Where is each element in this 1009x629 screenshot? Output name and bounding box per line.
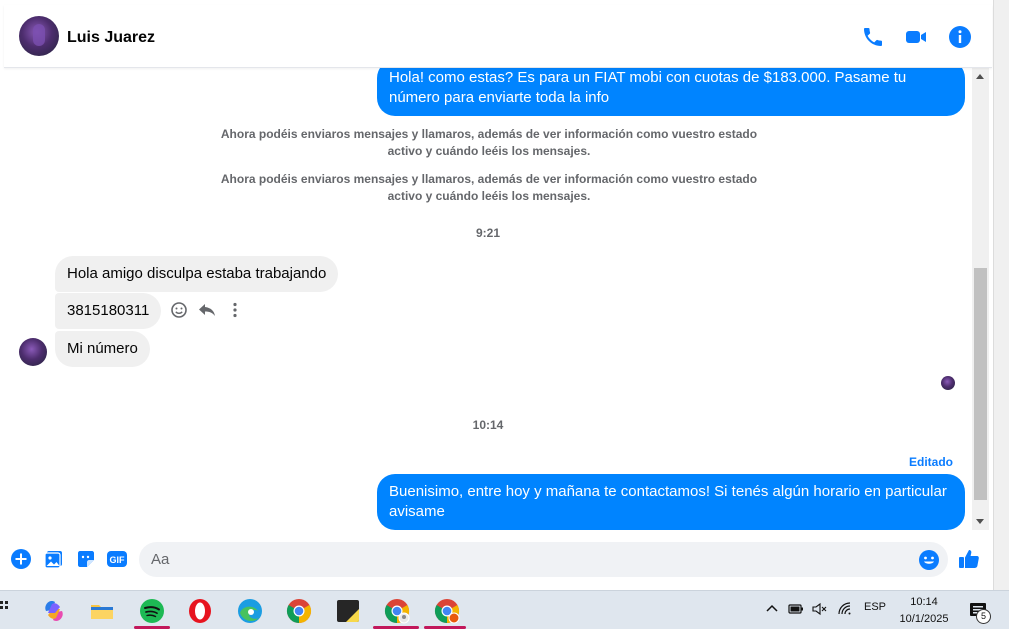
- notification-badge: 5: [976, 609, 991, 624]
- volume-muted-icon[interactable]: [811, 601, 827, 617]
- outgoing-message[interactable]: Buenisimo, entre hoy y mañana te contact…: [377, 474, 965, 530]
- clock-date: 10/1/2025: [899, 613, 949, 625]
- battery-icon[interactable]: [788, 601, 804, 617]
- phone-icon[interactable]: [861, 25, 885, 49]
- incoming-message[interactable]: Hola amigo disculpa estaba trabajando: [55, 256, 339, 292]
- gif-icon[interactable]: GIF: [106, 548, 128, 570]
- timestamp: 10:14: [472, 418, 504, 432]
- opera-icon[interactable]: [186, 597, 214, 625]
- page-scrollbar[interactable]: [993, 0, 1009, 590]
- contact-avatar[interactable]: [19, 16, 59, 56]
- thumbs-up-icon[interactable]: [958, 548, 980, 570]
- outgoing-message[interactable]: Hola! como estas? Es para un FIAT mobi c…: [377, 68, 965, 116]
- incoming-message[interactable]: Mi número: [55, 331, 150, 367]
- message-list[interactable]: Hola! como estas? Es para un FIAT mobi c…: [4, 68, 972, 530]
- chrome-profile-icon[interactable]: [383, 597, 411, 625]
- plus-icon[interactable]: [10, 548, 32, 570]
- clock-time: 10:14: [910, 596, 938, 608]
- reply-icon[interactable]: [197, 300, 217, 320]
- chrome-profile-2-icon[interactable]: [433, 597, 461, 625]
- windows-taskbar: ESP 10:14 10/1/2025 5: [0, 590, 1009, 629]
- scroll-down-arrow[interactable]: [976, 519, 984, 524]
- timestamp: 9:21: [475, 226, 501, 240]
- taskbar-clock[interactable]: 10:14 10/1/2025: [892, 594, 956, 628]
- copilot-icon[interactable]: [40, 597, 68, 625]
- task-view-icon[interactable]: [0, 599, 10, 618]
- chrome-icon[interactable]: [285, 597, 313, 625]
- message-input[interactable]: [151, 542, 911, 577]
- info-icon[interactable]: [948, 25, 972, 49]
- sticker-icon[interactable]: [75, 548, 97, 570]
- message-scrollbar[interactable]: [972, 68, 989, 530]
- incoming-message[interactable]: 3815180311: [55, 293, 162, 329]
- wifi-icon[interactable]: [837, 601, 853, 617]
- message-composer: GIF: [4, 530, 992, 586]
- react-emoji-icon[interactable]: [169, 300, 189, 320]
- system-notice: Ahora podéis enviaros mensajes y llamaro…: [220, 172, 758, 203]
- contact-name[interactable]: Luis Juarez: [67, 29, 155, 47]
- emoji-icon[interactable]: [918, 549, 940, 571]
- scroll-thumb[interactable]: [974, 268, 987, 500]
- edge-icon[interactable]: [236, 597, 264, 625]
- video-camera-icon[interactable]: [904, 25, 928, 49]
- read-receipt-avatar: [941, 376, 955, 390]
- file-explorer-icon[interactable]: [88, 597, 116, 625]
- chevron-up-icon[interactable]: [764, 601, 780, 617]
- message-input-container[interactable]: [139, 542, 948, 577]
- sticky-notes-icon[interactable]: [334, 597, 362, 625]
- gif-label: GIF: [110, 555, 126, 565]
- language-indicator[interactable]: ESP: [864, 601, 886, 613]
- spotify-icon[interactable]: [138, 597, 166, 625]
- system-notice: Ahora podéis enviaros mensajes y llamaro…: [220, 127, 758, 158]
- scroll-up-arrow[interactable]: [976, 74, 984, 79]
- photo-icon[interactable]: [43, 548, 65, 570]
- chat-header: Luis Juarez: [4, 5, 992, 68]
- contact-avatar-small[interactable]: [19, 338, 47, 366]
- more-options-icon[interactable]: [225, 300, 245, 320]
- screen: Luis Juarez Hola! como estas? Es para un…: [0, 0, 1009, 629]
- edited-label[interactable]: Editado: [909, 455, 953, 469]
